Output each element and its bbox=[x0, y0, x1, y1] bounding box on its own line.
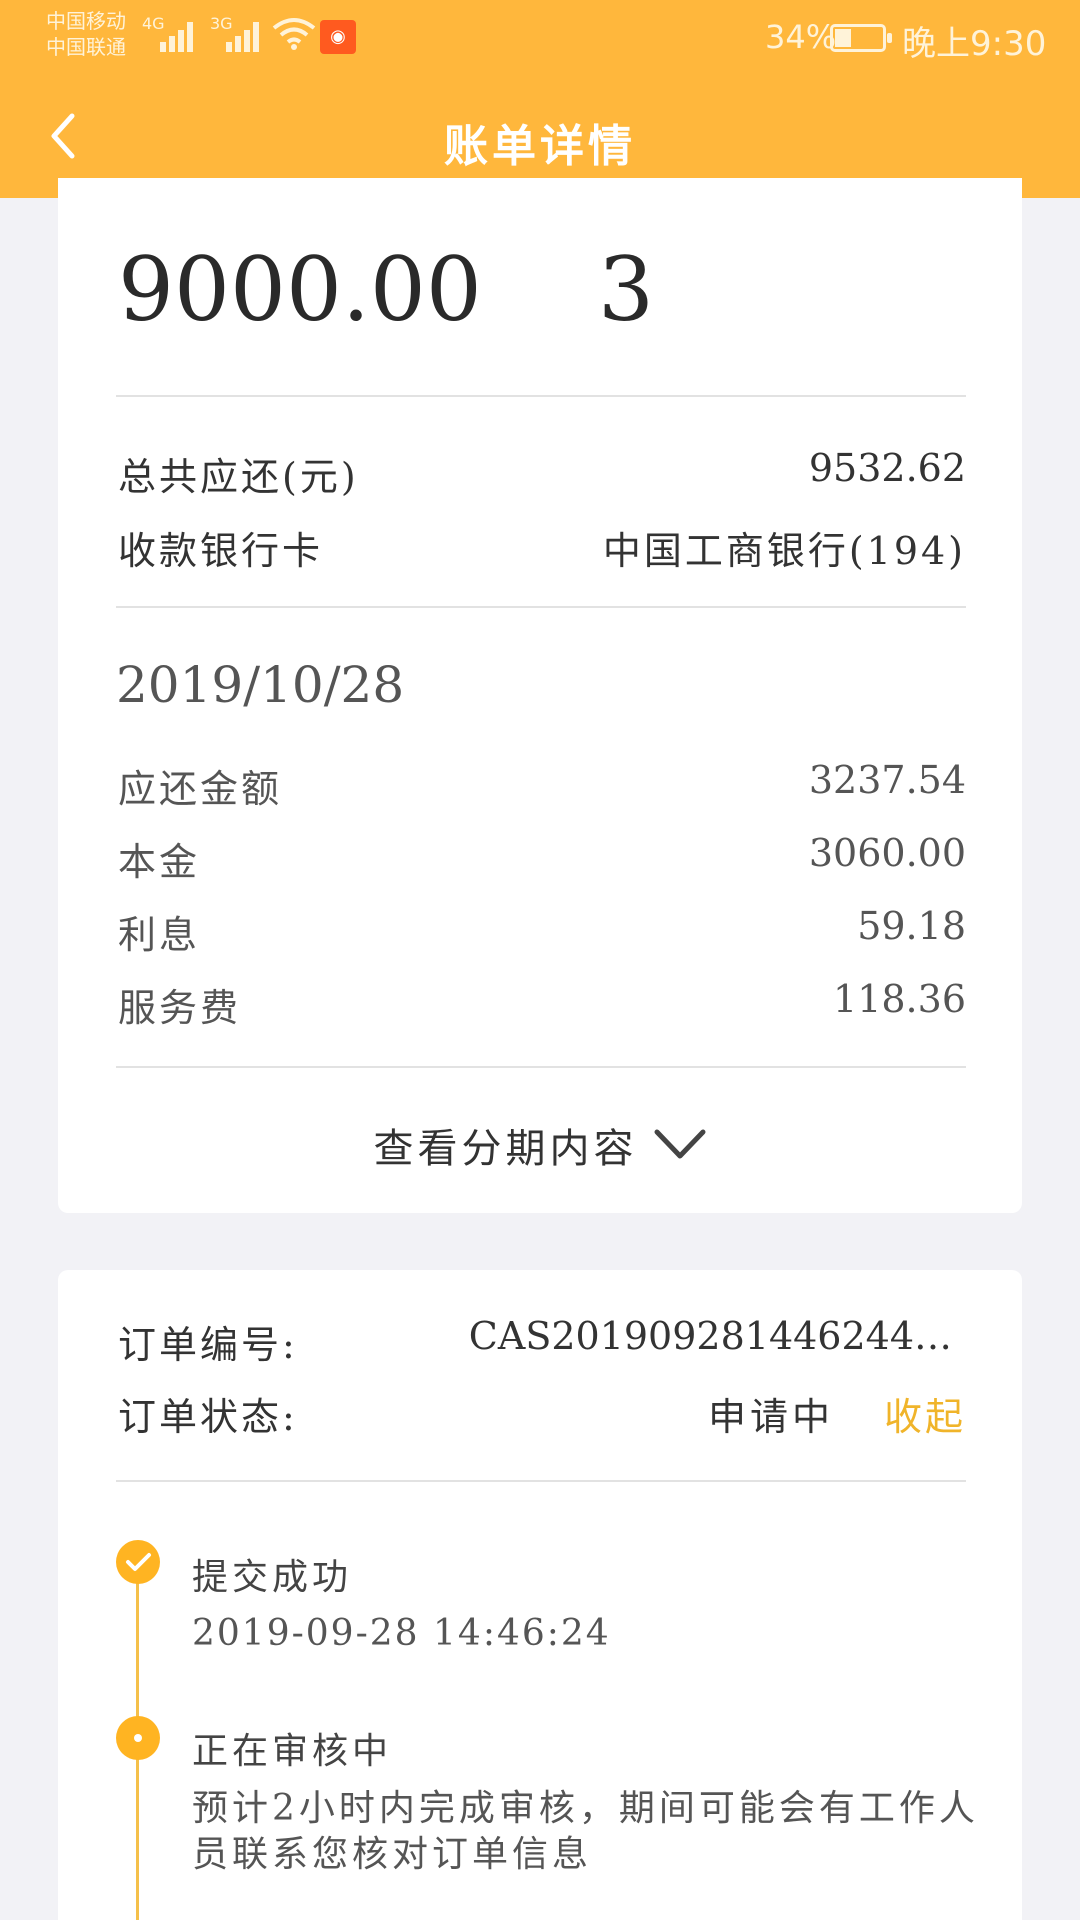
timeline-step-description: 预计2小时内完成审核，期间可能会有工作人员联系您核对订单信息 bbox=[192, 1788, 979, 1875]
timeline-step-title: 正在审核中 bbox=[192, 1731, 393, 1772]
service-fee-label: 服务费 bbox=[118, 986, 242, 1030]
service-fee-value: 118.36 bbox=[833, 977, 966, 1021]
signal-icon bbox=[226, 18, 266, 52]
collapse-button[interactable]: 收起 bbox=[884, 1386, 966, 1441]
clock: 晚上9:30 bbox=[902, 24, 1047, 64]
chevron-down-icon bbox=[654, 1129, 706, 1159]
divider bbox=[116, 1066, 966, 1068]
interest-value: 59.18 bbox=[857, 904, 966, 948]
wifi-icon bbox=[272, 18, 316, 50]
order-card: 订单编号: CAS201909281446244… 订单状态: 申请中 收起 提… bbox=[58, 1270, 1022, 1920]
installment-count: 3 bbox=[598, 238, 654, 341]
bank-card-value: 中国工商银行(194) bbox=[602, 529, 966, 573]
view-installments-label: 查看分期内容 bbox=[373, 1126, 638, 1172]
total-due-value: 9532.62 bbox=[808, 446, 966, 490]
timeline-step-title: 提交成功 bbox=[192, 1557, 353, 1598]
app-notification-icon: ◉ bbox=[320, 20, 356, 54]
battery-icon bbox=[830, 24, 892, 52]
battery-percent: 34% bbox=[765, 18, 837, 56]
order-number-value: CAS201909281446244… bbox=[468, 1314, 952, 1358]
signal-icon bbox=[160, 18, 200, 52]
status-bar: 中国移动 中国联通 4G 3G ◉ 34% 晚上9:30 bbox=[0, 0, 1080, 80]
due-amount-value: 3237.54 bbox=[808, 758, 966, 802]
total-due-label: 总共应还(元) bbox=[118, 455, 359, 499]
order-status-label: 订单状态: bbox=[118, 1395, 298, 1439]
bank-card-label: 收款银行卡 bbox=[118, 529, 324, 573]
carrier-name-2: 中国联通 bbox=[46, 35, 126, 59]
view-installments-button[interactable]: 查看分期内容 bbox=[58, 1116, 1022, 1186]
carrier-info: 中国移动 中国联通 bbox=[46, 8, 126, 60]
due-amount-label: 应还金额 bbox=[118, 767, 283, 811]
principal-label: 本金 bbox=[118, 840, 201, 884]
order-status-value: 申请中 bbox=[708, 1395, 835, 1439]
order-number-label: 订单编号: bbox=[118, 1323, 298, 1367]
timeline-step-time: 2019-09-28 14:46:24 bbox=[192, 1613, 611, 1654]
divider bbox=[116, 395, 966, 397]
divider bbox=[116, 606, 966, 608]
divider bbox=[116, 1480, 966, 1482]
carrier-name-1: 中国移动 bbox=[46, 9, 126, 33]
battery-fill bbox=[835, 29, 851, 47]
current-step-icon bbox=[116, 1716, 160, 1760]
loan-amount: 9000.00 bbox=[118, 238, 482, 341]
page-title: 账单详情 bbox=[444, 121, 636, 172]
bill-summary-card: 9000.00 3 总共应还(元) 9532.62 收款银行卡 中国工商银行(1… bbox=[58, 178, 1022, 1213]
principal-value: 3060.00 bbox=[808, 831, 966, 875]
installment-date: 2019/10/28 bbox=[116, 656, 405, 714]
interest-label: 利息 bbox=[118, 913, 201, 957]
check-icon bbox=[116, 1540, 160, 1584]
